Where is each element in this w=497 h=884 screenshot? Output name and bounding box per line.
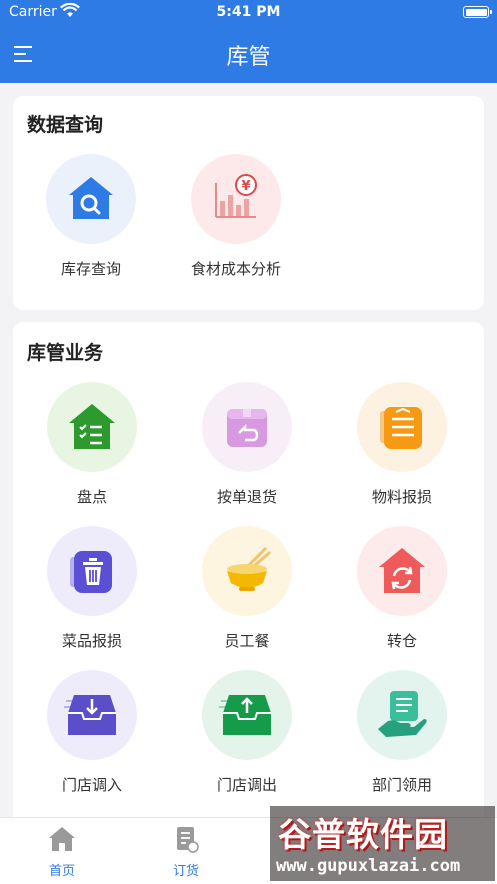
inbox-in-icon [64, 695, 116, 735]
store-transfer-out-item[interactable]: 门店调出 [172, 670, 322, 795]
icon-circle [47, 526, 137, 616]
item-label: 菜品报损 [61, 632, 122, 650]
item-label: 部门领用 [371, 776, 432, 794]
cost-analysis-item[interactable]: ¥ 食材成本分析 [161, 154, 311, 279]
icon-circle [202, 526, 292, 616]
section-title: 库管业务 [27, 342, 104, 364]
item-label: 员工餐 [224, 632, 270, 650]
item-label: 盘点 [76, 488, 107, 506]
header-bar: 库管 [0, 26, 497, 83]
stocktake-item[interactable]: 盘点 [17, 382, 167, 507]
material-loss-icon [380, 407, 422, 449]
tab-label: 订货 [172, 864, 199, 879]
material-loss-item[interactable]: 物料报损 [327, 382, 477, 507]
clock: 5:41 PM [216, 4, 281, 20]
staff-meal-item[interactable]: 员工餐 [172, 526, 322, 651]
item-label: 门店调出 [216, 776, 277, 794]
icon-circle [46, 154, 136, 244]
watermark-logo: 谷普软件园 www.gupuxlazai.com [270, 806, 495, 881]
item-label: 转仓 [386, 632, 417, 650]
transfer-house-icon [379, 548, 425, 593]
icon-circle [47, 670, 137, 760]
return-box-icon [227, 409, 267, 447]
icon-circle [357, 526, 447, 616]
noodle-bowl-icon [227, 547, 271, 591]
transfer-warehouse-item[interactable]: 转仓 [327, 526, 477, 651]
dish-loss-item[interactable]: 菜品报损 [17, 526, 167, 651]
icon-circle [357, 382, 447, 472]
icon-circle [357, 670, 447, 760]
watermark-url: www.gupuxlazai.com [276, 856, 461, 876]
icon-circle [202, 670, 292, 760]
home-icon [49, 827, 75, 851]
store-transfer-in-item[interactable]: 门店调入 [17, 670, 167, 795]
item-label: 库存查询 [60, 260, 121, 278]
tab-home[interactable]: 首页 [17, 824, 107, 879]
return-by-order-item[interactable]: 按单退货 [172, 382, 322, 507]
tab-order[interactable]: 订货 [141, 824, 231, 879]
warehouse-business-card: 库管业务 盘点 按单退货 物料报损 菜品报损 员工餐 转仓 门店调入 门店调出 … [13, 322, 484, 842]
section-title: 数据查询 [27, 114, 104, 136]
icon-circle [202, 382, 292, 472]
trash-icon [70, 551, 112, 593]
stocktake-house-icon [69, 404, 115, 449]
inventory-search-icon [69, 177, 113, 219]
icon-circle [47, 382, 137, 472]
hand-document-icon [378, 691, 427, 737]
item-label: 按单退货 [216, 488, 277, 506]
inventory-query-item[interactable]: 库存查询 [16, 154, 166, 279]
department-requisition-item[interactable]: 部门领用 [327, 670, 477, 795]
tab-label: 首页 [48, 864, 75, 879]
icon-circle: ¥ [191, 154, 281, 244]
battery-icon [463, 6, 492, 18]
status-bar: Carrier 5:41 PM [0, 0, 497, 26]
cost-chart-icon: ¥ [215, 174, 257, 218]
order-icon [177, 827, 199, 853]
item-label: 物料报损 [371, 488, 432, 506]
item-label: 门店调入 [61, 776, 122, 794]
inbox-out-icon [219, 695, 271, 735]
page-title: 库管 [226, 45, 271, 70]
watermark-title: 谷普软件园 [278, 815, 448, 854]
svg-text:¥: ¥ [241, 179, 250, 194]
data-query-card: 数据查询 库存查询 ¥ 食材成本分析 [13, 96, 484, 310]
item-label: 食材成本分析 [190, 260, 281, 278]
